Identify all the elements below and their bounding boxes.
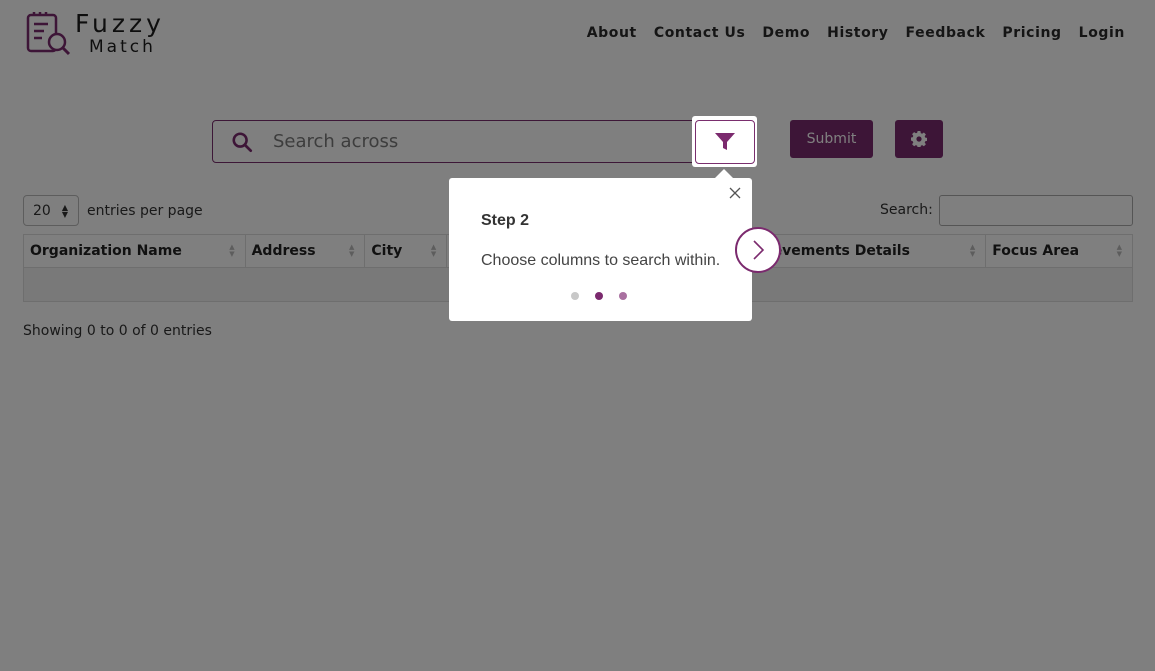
- filter-icon: [714, 132, 735, 150]
- chevron-right-icon: [753, 240, 765, 260]
- tour-dot-step-3[interactable]: [619, 292, 627, 300]
- tour-next-button[interactable]: [735, 227, 781, 273]
- tour-overlay[interactable]: [0, 0, 1155, 671]
- column-filter-button[interactable]: [692, 116, 757, 167]
- tour-dot-step-2[interactable]: [595, 292, 603, 300]
- tour-step-text: Choose columns to search within.: [481, 252, 721, 269]
- tour-step-title: Step 2: [481, 212, 530, 229]
- filter-button-frame: [694, 119, 755, 164]
- tour-dot-step-1[interactable]: [571, 292, 579, 300]
- tour-popover: Step 2 Choose columns to search within.: [449, 169, 752, 321]
- close-icon[interactable]: [728, 186, 742, 200]
- popover-arrow: [715, 169, 733, 178]
- tour-progress-dots: [571, 292, 627, 300]
